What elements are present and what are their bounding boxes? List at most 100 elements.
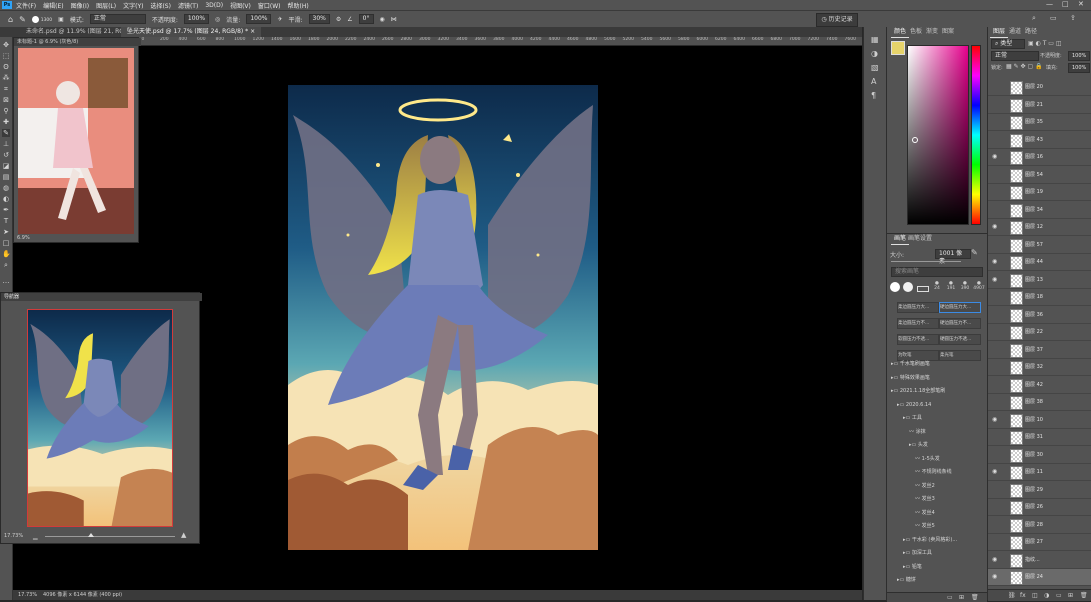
brush-folder[interactable]: ▸▭ 千水笔刷画笔 xyxy=(891,360,975,369)
brush-preset[interactable]: 柔边圆压力大... xyxy=(897,302,939,313)
layer-row[interactable]: 图层 20 xyxy=(988,79,1091,96)
zoom-slider-thumb[interactable] xyxy=(88,533,94,537)
move-tool-icon[interactable]: ✥ xyxy=(2,41,10,49)
navigator-view-box[interactable] xyxy=(27,309,173,527)
rectangle-tool-icon[interactable]: □ xyxy=(2,239,10,247)
crop-tool-icon[interactable]: ⌗ xyxy=(2,85,10,93)
brush-preset-picker[interactable]: 1300 xyxy=(31,15,52,23)
minimize-button[interactable]: — xyxy=(1046,0,1053,8)
layer-row[interactable]: ◉ 图层 13 xyxy=(988,272,1091,289)
maximize-button[interactable]: □ xyxy=(1062,0,1069,8)
new-brush-icon[interactable]: ✎ xyxy=(971,248,978,257)
filter-icons[interactable]: ▣ ◐ T ▭ ◫ xyxy=(1028,40,1062,47)
visibility-eye-icon[interactable]: ◉ xyxy=(992,556,997,563)
eyedropper-tool-icon[interactable]: ⚲ xyxy=(2,107,10,115)
menu-layer[interactable]: 图层(L) xyxy=(96,1,116,10)
visibility-eye-icon[interactable]: ◉ xyxy=(992,276,997,283)
layer-row[interactable]: ◉ 指纹... xyxy=(988,552,1091,569)
zoom-tool-icon[interactable]: ⌕ xyxy=(2,261,10,269)
smoothing-options-gear-icon[interactable]: ⚙ xyxy=(336,16,341,23)
brush-folder[interactable]: ▸▭ 2020.6.14 xyxy=(897,401,981,410)
foreground-swatch[interactable] xyxy=(891,41,905,55)
workspace-icon[interactable]: ▭ xyxy=(1050,14,1057,22)
layer-row[interactable]: 图层 22 xyxy=(988,324,1091,341)
layer-opacity-field[interactable]: 100% xyxy=(1068,51,1090,61)
preset-round-soft-icon[interactable] xyxy=(903,282,913,292)
layer-row[interactable]: 图层 18 xyxy=(988,289,1091,306)
delete-layer-icon[interactable]: 🗑 xyxy=(1080,592,1088,599)
tab-paths[interactable]: 路径 xyxy=(1022,27,1040,37)
visibility-eye-icon[interactable]: ◉ xyxy=(992,573,997,580)
brush-preset[interactable]: 软圆压力不透... xyxy=(897,334,939,345)
layer-row[interactable]: 图层 38 xyxy=(988,394,1091,411)
layer-row[interactable]: 图层 37 xyxy=(988,342,1091,359)
layer-row[interactable]: ◉ 图层 11 xyxy=(988,464,1091,481)
menu-3d[interactable]: 3D(D) xyxy=(205,2,223,9)
layer-row[interactable]: 图层 28 xyxy=(988,517,1091,534)
link-layers-icon[interactable]: ⛓ xyxy=(1008,592,1016,599)
styles-icon[interactable]: ▧ xyxy=(871,63,879,72)
character-icon[interactable]: A xyxy=(871,77,876,86)
brush-folder[interactable]: ▸▭ 2021.1.18全部笔刷 xyxy=(891,387,975,396)
hue-slider[interactable] xyxy=(971,45,981,225)
tab-patterns[interactable]: 图案 xyxy=(939,27,957,37)
frame-tool-icon[interactable]: ⊠ xyxy=(2,96,10,104)
new-layer-icon[interactable]: ⊞ xyxy=(1068,592,1073,599)
menu-file[interactable]: 文件(F) xyxy=(16,1,36,10)
search-icon[interactable]: ⌕ xyxy=(1032,14,1036,23)
layer-row[interactable]: 图层 19 xyxy=(988,184,1091,201)
brush-folder[interactable]: ▸▭ 头发 xyxy=(909,441,993,450)
visibility-eye-icon[interactable]: ◉ xyxy=(992,468,997,475)
layer-row[interactable]: ◉ 图层 44 xyxy=(988,254,1091,271)
menu-view[interactable]: 视图(V) xyxy=(230,1,251,10)
close-button[interactable]: ✕ xyxy=(1078,0,1084,8)
layer-fill-field[interactable]: 100% xyxy=(1068,63,1090,73)
layer-row[interactable]: 图层 29 xyxy=(988,482,1091,499)
preset-390[interactable]: ● 390 xyxy=(959,281,971,291)
color-picker-field[interactable] xyxy=(907,45,969,225)
layer-row[interactable]: 图层 54 xyxy=(988,167,1091,184)
navigator-panel[interactable]: 导航器 17.73% ▁ ▲ xyxy=(0,292,202,544)
pressure-size-icon[interactable]: ◉ xyxy=(380,16,385,23)
zoom-out-icon[interactable]: ▁ xyxy=(33,533,38,540)
color-picker-cursor[interactable] xyxy=(912,137,918,143)
brush-panel-toggle-icon[interactable]: ▣ xyxy=(58,16,64,23)
artwork-canvas[interactable] xyxy=(288,85,598,590)
share-icon[interactable]: ⇪ xyxy=(1070,14,1076,22)
type-tool-icon[interactable]: T xyxy=(2,217,10,225)
menu-filter[interactable]: 滤镜(T) xyxy=(178,1,198,10)
smooth-field[interactable]: 30% xyxy=(308,14,330,24)
layer-filter-select[interactable]: ⌕ 类型 xyxy=(991,39,1025,49)
lasso-tool-icon[interactable]: ʘ xyxy=(2,63,10,71)
opacity-field[interactable]: 100% xyxy=(183,14,210,24)
blend-mode-select[interactable]: 正常 xyxy=(991,51,1039,61)
visibility-eye-icon[interactable]: ◉ xyxy=(992,258,997,265)
navigator-zoom-value[interactable]: 17.73% xyxy=(4,533,23,539)
new-group-icon[interactable]: ▭ xyxy=(1056,592,1062,599)
brush-preset[interactable]: 硬边圆压力不... xyxy=(939,318,981,329)
visibility-eye-icon[interactable]: ◉ xyxy=(992,416,997,423)
marquee-tool-icon[interactable]: ⬚ xyxy=(2,52,10,60)
layer-row[interactable]: 图层 26 xyxy=(988,499,1091,516)
preset-flat-icon[interactable] xyxy=(917,286,929,292)
pressure-opacity-icon[interactable]: ◎ xyxy=(215,16,220,23)
brush-preset-selected[interactable]: 硬边圆压力大... xyxy=(939,302,981,313)
zoom-in-icon[interactable]: ▲ xyxy=(181,531,186,539)
eraser-tool-icon[interactable]: ◪ xyxy=(2,162,10,170)
layer-row[interactable]: 图层 31 xyxy=(988,429,1091,446)
reference-image-window[interactable]: 未标题-1 @ 6.9% (灰色/8) 6.9% xyxy=(13,37,141,243)
zoom-slider[interactable] xyxy=(45,536,175,537)
menu-type[interactable]: 文字(Y) xyxy=(123,1,143,10)
layer-row[interactable]: 图层 32 xyxy=(988,359,1091,376)
brush-tool-icon[interactable]: ✎ xyxy=(2,129,10,137)
menu-select[interactable]: 选择(S) xyxy=(150,1,171,10)
flow-field[interactable]: 100% xyxy=(246,14,272,24)
lock-icons[interactable]: ▦ ✎ ✥ ▢ 🔒 xyxy=(1006,63,1043,70)
angle-field[interactable]: 0° xyxy=(358,14,374,24)
history-brush-tool-icon[interactable]: ↺ xyxy=(2,151,10,159)
menu-image[interactable]: 图像(I) xyxy=(71,1,89,10)
tab-fallen-angel[interactable]: 坠光天使.psd @ 17.7% (图层 24, RGB/8) * × xyxy=(121,27,262,37)
layer-row[interactable]: 图层 57 xyxy=(988,237,1091,254)
close-icon[interactable]: × xyxy=(250,28,255,35)
healing-tool-icon[interactable]: ✚ xyxy=(2,118,10,126)
